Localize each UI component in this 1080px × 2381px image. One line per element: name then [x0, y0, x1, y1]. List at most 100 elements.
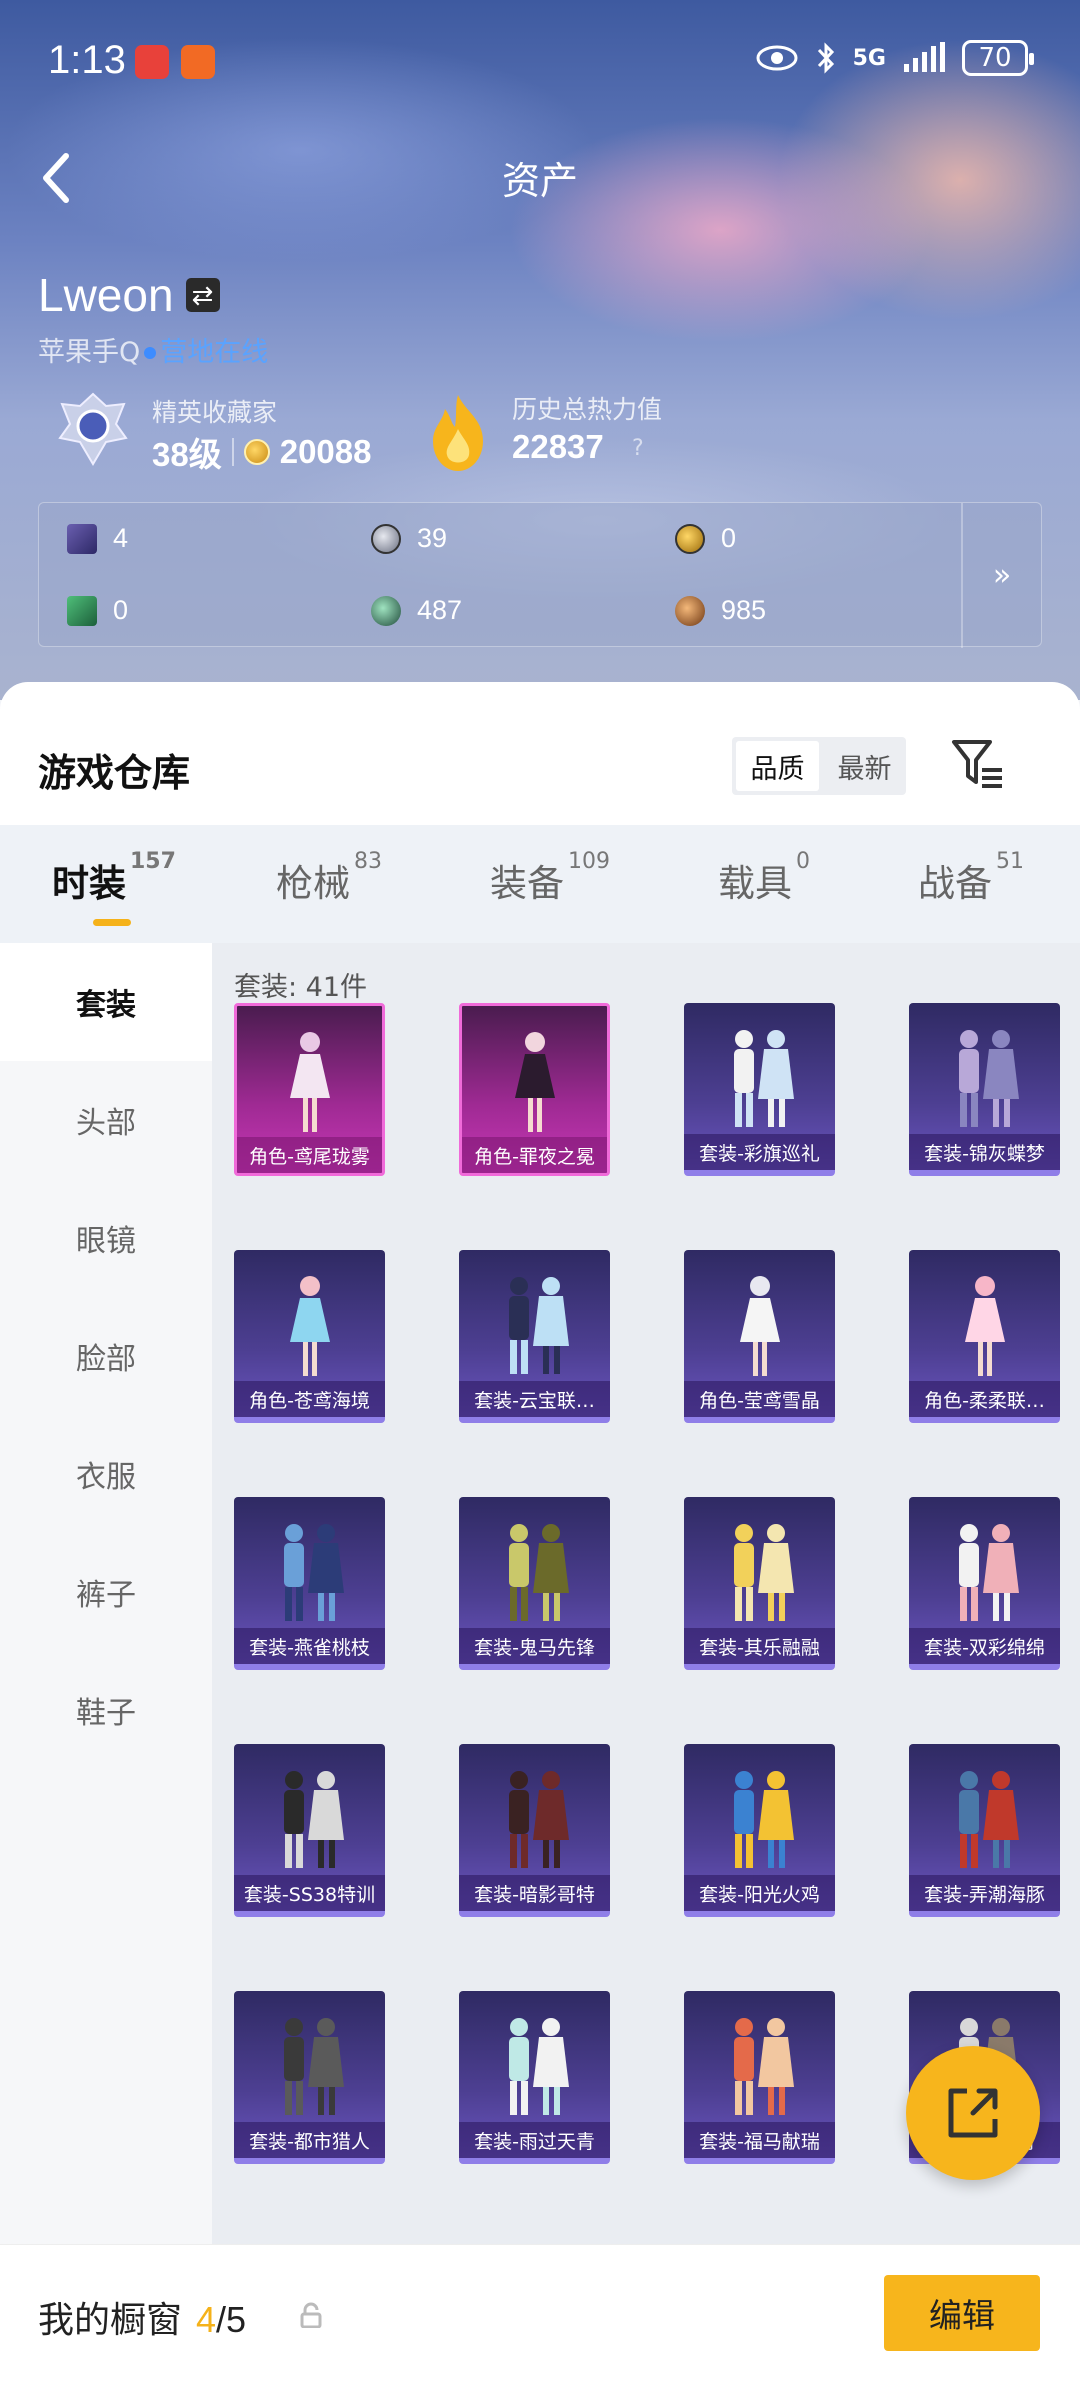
tab-indicator — [93, 919, 131, 926]
tab-weapons[interactable]: 枪械83 — [276, 849, 382, 907]
signal-icon — [904, 42, 945, 72]
item-card-label: 套装-SS38特训 — [234, 1875, 385, 1911]
character-figure-icon — [289, 1032, 330, 1132]
network-type: 5G — [852, 45, 886, 71]
item-card[interactable]: 套装-云宝联… — [459, 1250, 610, 1423]
tab-vehicles[interactable]: 载具0 — [718, 849, 810, 907]
sidebar-item-glasses[interactable]: 眼镜 — [0, 1179, 212, 1297]
shopping-app-icon — [135, 45, 169, 79]
status-right: 5G 70 — [755, 40, 1034, 76]
currency-value: 39 — [417, 523, 448, 553]
bluetooth-icon — [817, 42, 834, 74]
outfit-figure-icon — [508, 2018, 569, 2115]
sort-quality-button[interactable]: 品质 — [736, 741, 819, 791]
showcase-total: /5 — [216, 2299, 247, 2340]
outfit-figure-icon — [733, 1030, 794, 1127]
outfit-figure-icon — [283, 1771, 344, 1868]
item-card[interactable]: 角色-莹鸢雪晶 — [684, 1250, 835, 1423]
points-coin-icon — [243, 439, 270, 465]
edit-button[interactable]: 编辑 — [884, 2275, 1040, 2351]
status-time: 1:13 — [48, 38, 126, 82]
outfit-figure-icon — [508, 1524, 569, 1621]
tab-count: 83 — [354, 849, 382, 874]
item-card-label: 角色-莹鸢雪晶 — [684, 1381, 835, 1417]
news-app-icon — [181, 45, 215, 79]
currency-item: 487 — [371, 595, 462, 626]
sidebar-item-face[interactable]: 脸部 — [0, 1297, 212, 1415]
tab-count: 0 — [796, 849, 810, 874]
character-figure-icon — [514, 1032, 555, 1132]
item-card[interactable]: 套装-弄潮海豚 — [909, 1744, 1060, 1917]
tab-label: 战备 — [918, 862, 992, 905]
item-card[interactable]: 套装-阳光火鸡 — [684, 1744, 835, 1917]
bottom-bar: 我的橱窗 4/5 编辑 — [0, 2244, 1080, 2381]
showcase-info: 我的橱窗 4/5 — [38, 2291, 246, 2343]
page-title: 资产 — [501, 159, 578, 203]
status-bar: 1:13 5G 70 — [0, 0, 1080, 125]
platform-name: 苹果手Q — [38, 337, 141, 368]
sidebar-item-pants[interactable]: 裤子 — [0, 1533, 212, 1651]
tab-fashion[interactable]: 时装157 — [52, 849, 176, 907]
sidebar-item-head[interactable]: 头部 — [0, 1061, 212, 1179]
share-fab-button[interactable] — [906, 2046, 1040, 2180]
item-card-label: 套装-都市猎人 — [234, 2122, 385, 2158]
item-card[interactable]: 套装-SS38特训 — [234, 1744, 385, 1917]
item-card[interactable]: 套装-雨过天青 — [459, 1991, 610, 2164]
outfit-figure-icon — [283, 1524, 344, 1621]
item-card-label: 角色-柔柔联… — [909, 1381, 1060, 1417]
heat-label: 历史总热力值 — [512, 395, 663, 424]
currency-item: 985 — [675, 595, 766, 626]
item-card[interactable]: 角色-罪夜之冕 — [459, 1003, 610, 1176]
outfit-figure-icon — [283, 2018, 344, 2115]
username: Lweon — [38, 269, 174, 321]
sort-latest-button[interactable]: 最新 — [823, 737, 906, 795]
silver-coin-icon — [371, 523, 401, 554]
item-card[interactable]: 套装-都市猎人 — [234, 1991, 385, 2164]
currency-value: 4 — [113, 523, 129, 553]
tab-equipment[interactable]: 装备109 — [490, 849, 610, 907]
tab-count: 109 — [568, 849, 610, 874]
item-card[interactable]: 套装-燕雀桃枝 — [234, 1497, 385, 1670]
item-card[interactable]: 套装-鬼马先锋 — [459, 1497, 610, 1670]
online-dot-icon — [144, 347, 157, 359]
item-card-label: 套装-弄潮海豚 — [909, 1875, 1060, 1911]
gold-coin-icon — [675, 523, 705, 554]
sidebar-item-clothes[interactable]: 衣服 — [0, 1415, 212, 1533]
help-icon[interactable]: ? — [632, 436, 644, 461]
item-card-label: 套装-云宝联… — [459, 1381, 610, 1417]
green-orb-icon — [371, 595, 401, 626]
outfit-figure-icon — [508, 1771, 569, 1868]
currency-value: 0 — [721, 523, 737, 553]
divider — [231, 438, 234, 466]
item-card[interactable]: 套装-其乐融融 — [684, 1497, 835, 1670]
item-card[interactable]: 套装-暗影哥特 — [459, 1744, 610, 1917]
item-card[interactable]: 套装-彩旗巡礼 — [684, 1003, 835, 1176]
currency-more-button[interactable]: » — [961, 503, 1041, 648]
item-card[interactable]: 角色-苍鸢海境 — [234, 1250, 385, 1423]
flame-icon — [433, 395, 483, 471]
sidebar-item-shoes[interactable]: 鞋子 — [0, 1651, 212, 1769]
item-card[interactable]: 套装-锦灰蝶梦 — [909, 1003, 1060, 1176]
filter-icon[interactable] — [950, 738, 1006, 790]
rank-emblem-icon — [58, 392, 128, 466]
item-card[interactable]: 套装-福马献瑞 — [684, 1991, 835, 2164]
rank-value: 38级 20088 — [152, 428, 371, 476]
platform-status: 苹果手Q 营地在线 — [38, 330, 268, 369]
tab-supplies[interactable]: 战备51 — [918, 849, 1024, 907]
item-count-label: 套装: 41件 — [234, 972, 368, 1003]
currency-panel: 4 39 0 0 487 985 » — [38, 502, 1042, 648]
item-card-label: 套装-鬼马先锋 — [459, 1628, 610, 1664]
item-card-label: 角色-苍鸢海境 — [234, 1381, 385, 1417]
tab-count: 51 — [996, 849, 1024, 874]
item-card[interactable]: 套装-双彩绵绵 — [909, 1497, 1060, 1670]
item-card-label: 套装-雨过天青 — [459, 2122, 610, 2158]
item-card-label: 套装-福马献瑞 — [684, 2122, 835, 2158]
switch-account-icon[interactable]: ⇄ — [185, 278, 220, 312]
tab-label: 装备 — [490, 862, 564, 905]
item-card[interactable]: 角色-柔柔联… — [909, 1250, 1060, 1423]
tab-label: 载具 — [718, 862, 792, 905]
item-card[interactable]: 角色-鸢尾珑雾 — [234, 1003, 385, 1176]
sidebar-item-suit[interactable]: 套装 — [0, 943, 212, 1061]
item-card-label: 角色-鸢尾珑雾 — [237, 1137, 382, 1173]
item-card-label: 套装-双彩绵绵 — [909, 1628, 1060, 1664]
